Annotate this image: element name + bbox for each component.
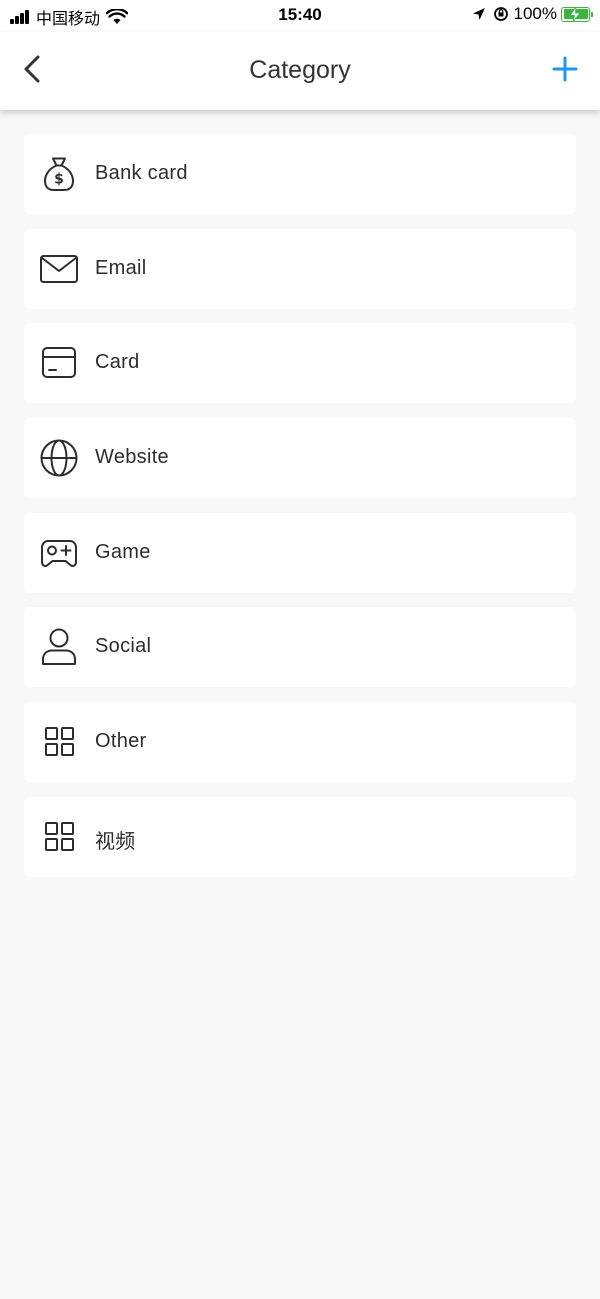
add-category-button[interactable] — [548, 52, 582, 86]
category-item-website[interactable]: Website — [24, 418, 576, 499]
category-label: 视频 — [95, 830, 136, 853]
category-label: Website — [95, 446, 169, 469]
envelope-icon — [40, 254, 78, 283]
plus-icon — [552, 56, 578, 82]
svg-text:$: $ — [54, 172, 64, 188]
card-icon — [42, 347, 76, 379]
nav-bar: Category — [0, 32, 600, 110]
battery-icon — [561, 6, 593, 22]
category-label: Game — [95, 540, 151, 563]
status-bar: 中国移动 15:40 100% — [0, 0, 600, 32]
category-label: Bank card — [95, 162, 188, 184]
category-item-other[interactable]: Other — [24, 702, 576, 783]
category-item-video[interactable]: 视频 — [24, 796, 576, 877]
category-item-social[interactable]: Social — [24, 607, 576, 688]
location-arrow-icon — [472, 8, 485, 20]
category-label: Email — [95, 256, 147, 279]
category-list: $ Bank card Email Card Website Game Soci… — [24, 134, 576, 892]
grid-icon — [45, 727, 74, 757]
category-label: Card — [95, 351, 140, 374]
category-item-email[interactable]: Email — [24, 228, 576, 309]
grid-icon — [45, 821, 74, 851]
page-title: Category — [249, 56, 351, 84]
category-item-bank-card[interactable]: $ Bank card — [24, 134, 576, 214]
globe-icon — [40, 439, 78, 477]
person-icon — [42, 628, 76, 666]
status-right: 100% — [472, 4, 593, 24]
gamepad-icon — [41, 539, 77, 567]
rotation-lock-icon — [493, 7, 508, 21]
category-label: Social — [95, 635, 152, 658]
category-item-card[interactable]: Card — [24, 323, 576, 404]
category-label: Other — [95, 730, 147, 753]
money-bag-icon: $ — [44, 157, 74, 191]
category-item-game[interactable]: Game — [24, 512, 576, 593]
battery-percent: 100% — [513, 4, 557, 23]
